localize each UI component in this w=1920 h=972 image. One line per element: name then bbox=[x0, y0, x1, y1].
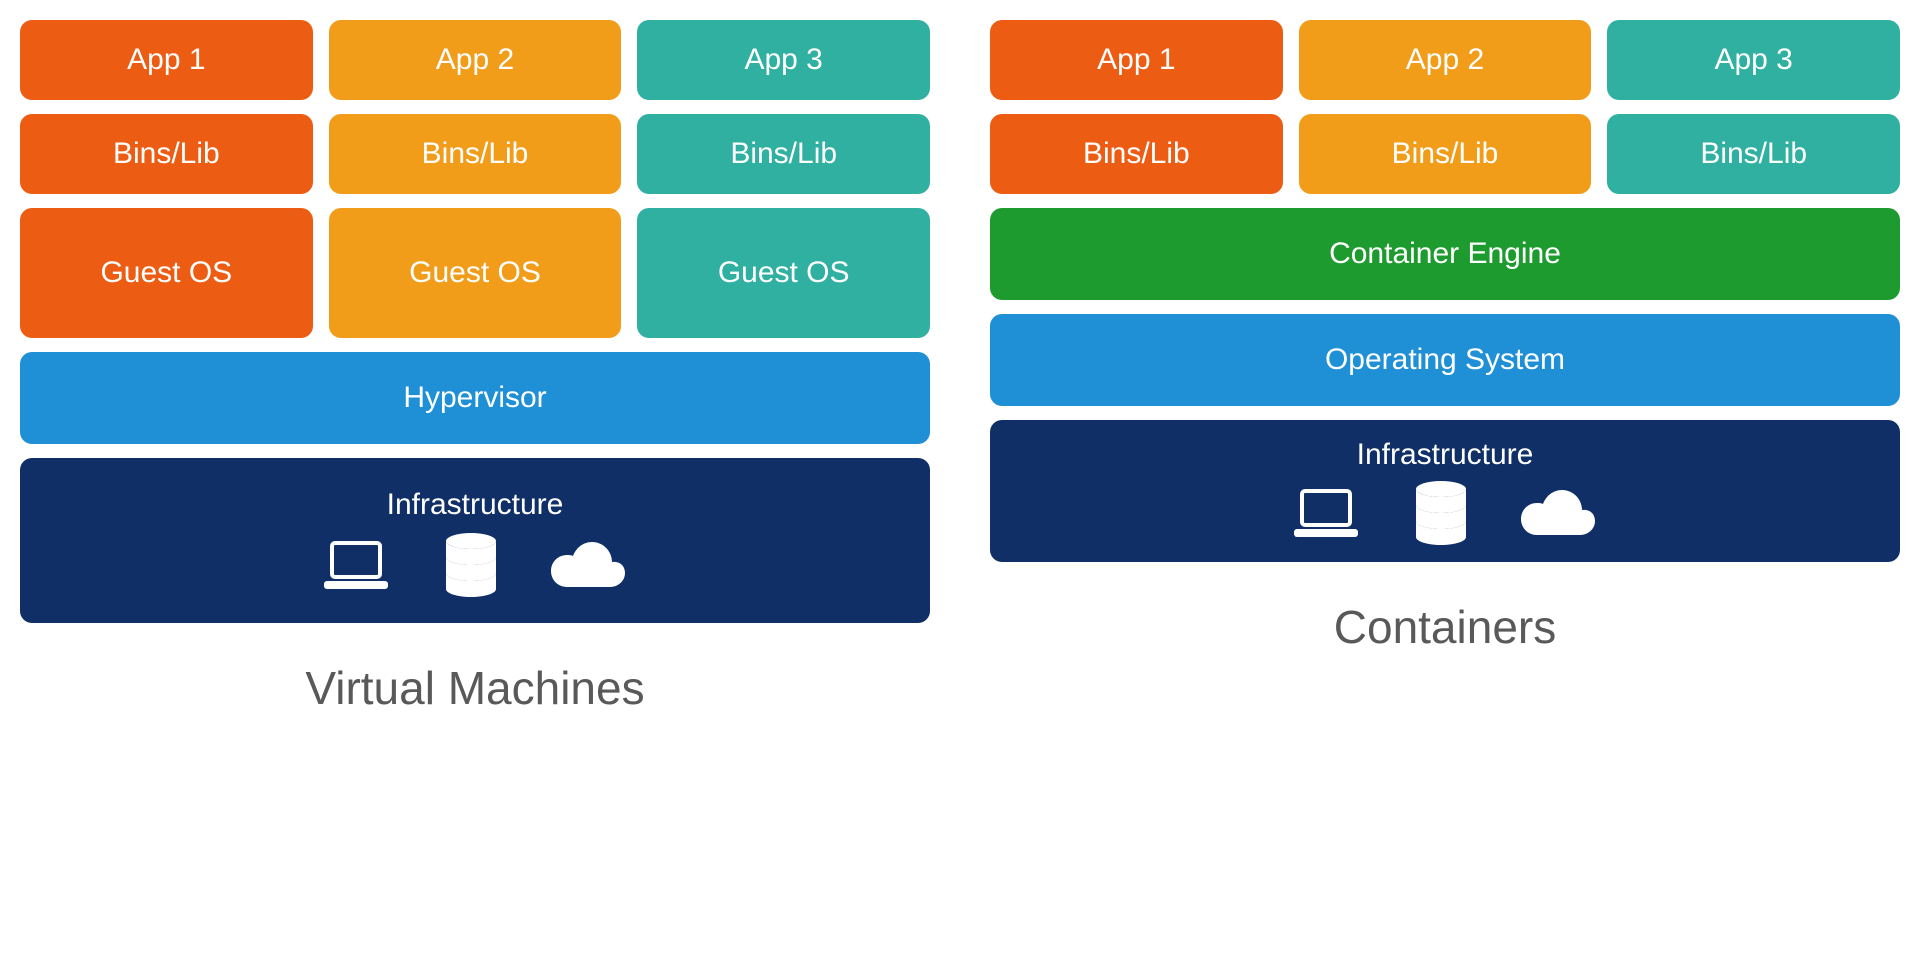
vm-guest-row: Guest OS Guest OS Guest OS bbox=[20, 208, 930, 338]
ct-os: Operating System bbox=[990, 314, 1900, 406]
ct-bins-3: Bins/Lib bbox=[1607, 114, 1900, 194]
vm-title: Virtual Machines bbox=[20, 661, 930, 715]
database-icon bbox=[1412, 480, 1470, 554]
laptop-icon bbox=[320, 537, 392, 601]
ct-infrastructure-label: Infrastructure bbox=[1357, 438, 1534, 472]
ct-title: Containers bbox=[990, 600, 1900, 654]
ct-bins-1: Bins/Lib bbox=[990, 114, 1283, 194]
database-icon bbox=[442, 532, 500, 606]
ct-app-2: App 2 bbox=[1299, 20, 1592, 100]
vm-guest-2: Guest OS bbox=[329, 208, 622, 338]
cloud-icon bbox=[550, 540, 630, 598]
ct-app-3: App 3 bbox=[1607, 20, 1900, 100]
vm-app-1: App 1 bbox=[20, 20, 313, 100]
ct-infra-icons bbox=[1290, 480, 1600, 554]
vm-bins-row: Bins/Lib Bins/Lib Bins/Lib bbox=[20, 114, 930, 194]
ct-bins-2: Bins/Lib bbox=[1299, 114, 1592, 194]
vm-hypervisor: Hypervisor bbox=[20, 352, 930, 444]
vm-infrastructure-label: Infrastructure bbox=[387, 488, 564, 522]
vm-bins-2: Bins/Lib bbox=[329, 114, 622, 194]
ct-app-1: App 1 bbox=[990, 20, 1283, 100]
vm-column: App 1 App 2 App 3 Bins/Lib Bins/Lib Bins… bbox=[20, 20, 930, 715]
vm-guest-3: Guest OS bbox=[637, 208, 930, 338]
ct-bins-row: Bins/Lib Bins/Lib Bins/Lib bbox=[990, 114, 1900, 194]
vm-bins-3: Bins/Lib bbox=[637, 114, 930, 194]
ct-apps-row: App 1 App 2 App 3 bbox=[990, 20, 1900, 100]
vm-app-2: App 2 bbox=[329, 20, 622, 100]
vm-infrastructure: Infrastructure bbox=[20, 458, 930, 623]
laptop-icon bbox=[1290, 485, 1362, 549]
diagram-container: App 1 App 2 App 3 Bins/Lib Bins/Lib Bins… bbox=[20, 20, 1900, 715]
vm-infra-icons bbox=[320, 532, 630, 606]
vm-apps-row: App 1 App 2 App 3 bbox=[20, 20, 930, 100]
ct-engine: Container Engine bbox=[990, 208, 1900, 300]
vm-bins-1: Bins/Lib bbox=[20, 114, 313, 194]
vm-app-3: App 3 bbox=[637, 20, 930, 100]
vm-guest-1: Guest OS bbox=[20, 208, 313, 338]
ct-infrastructure: Infrastructure bbox=[990, 420, 1900, 562]
cloud-icon bbox=[1520, 488, 1600, 546]
ct-column: App 1 App 2 App 3 Bins/Lib Bins/Lib Bins… bbox=[990, 20, 1900, 715]
